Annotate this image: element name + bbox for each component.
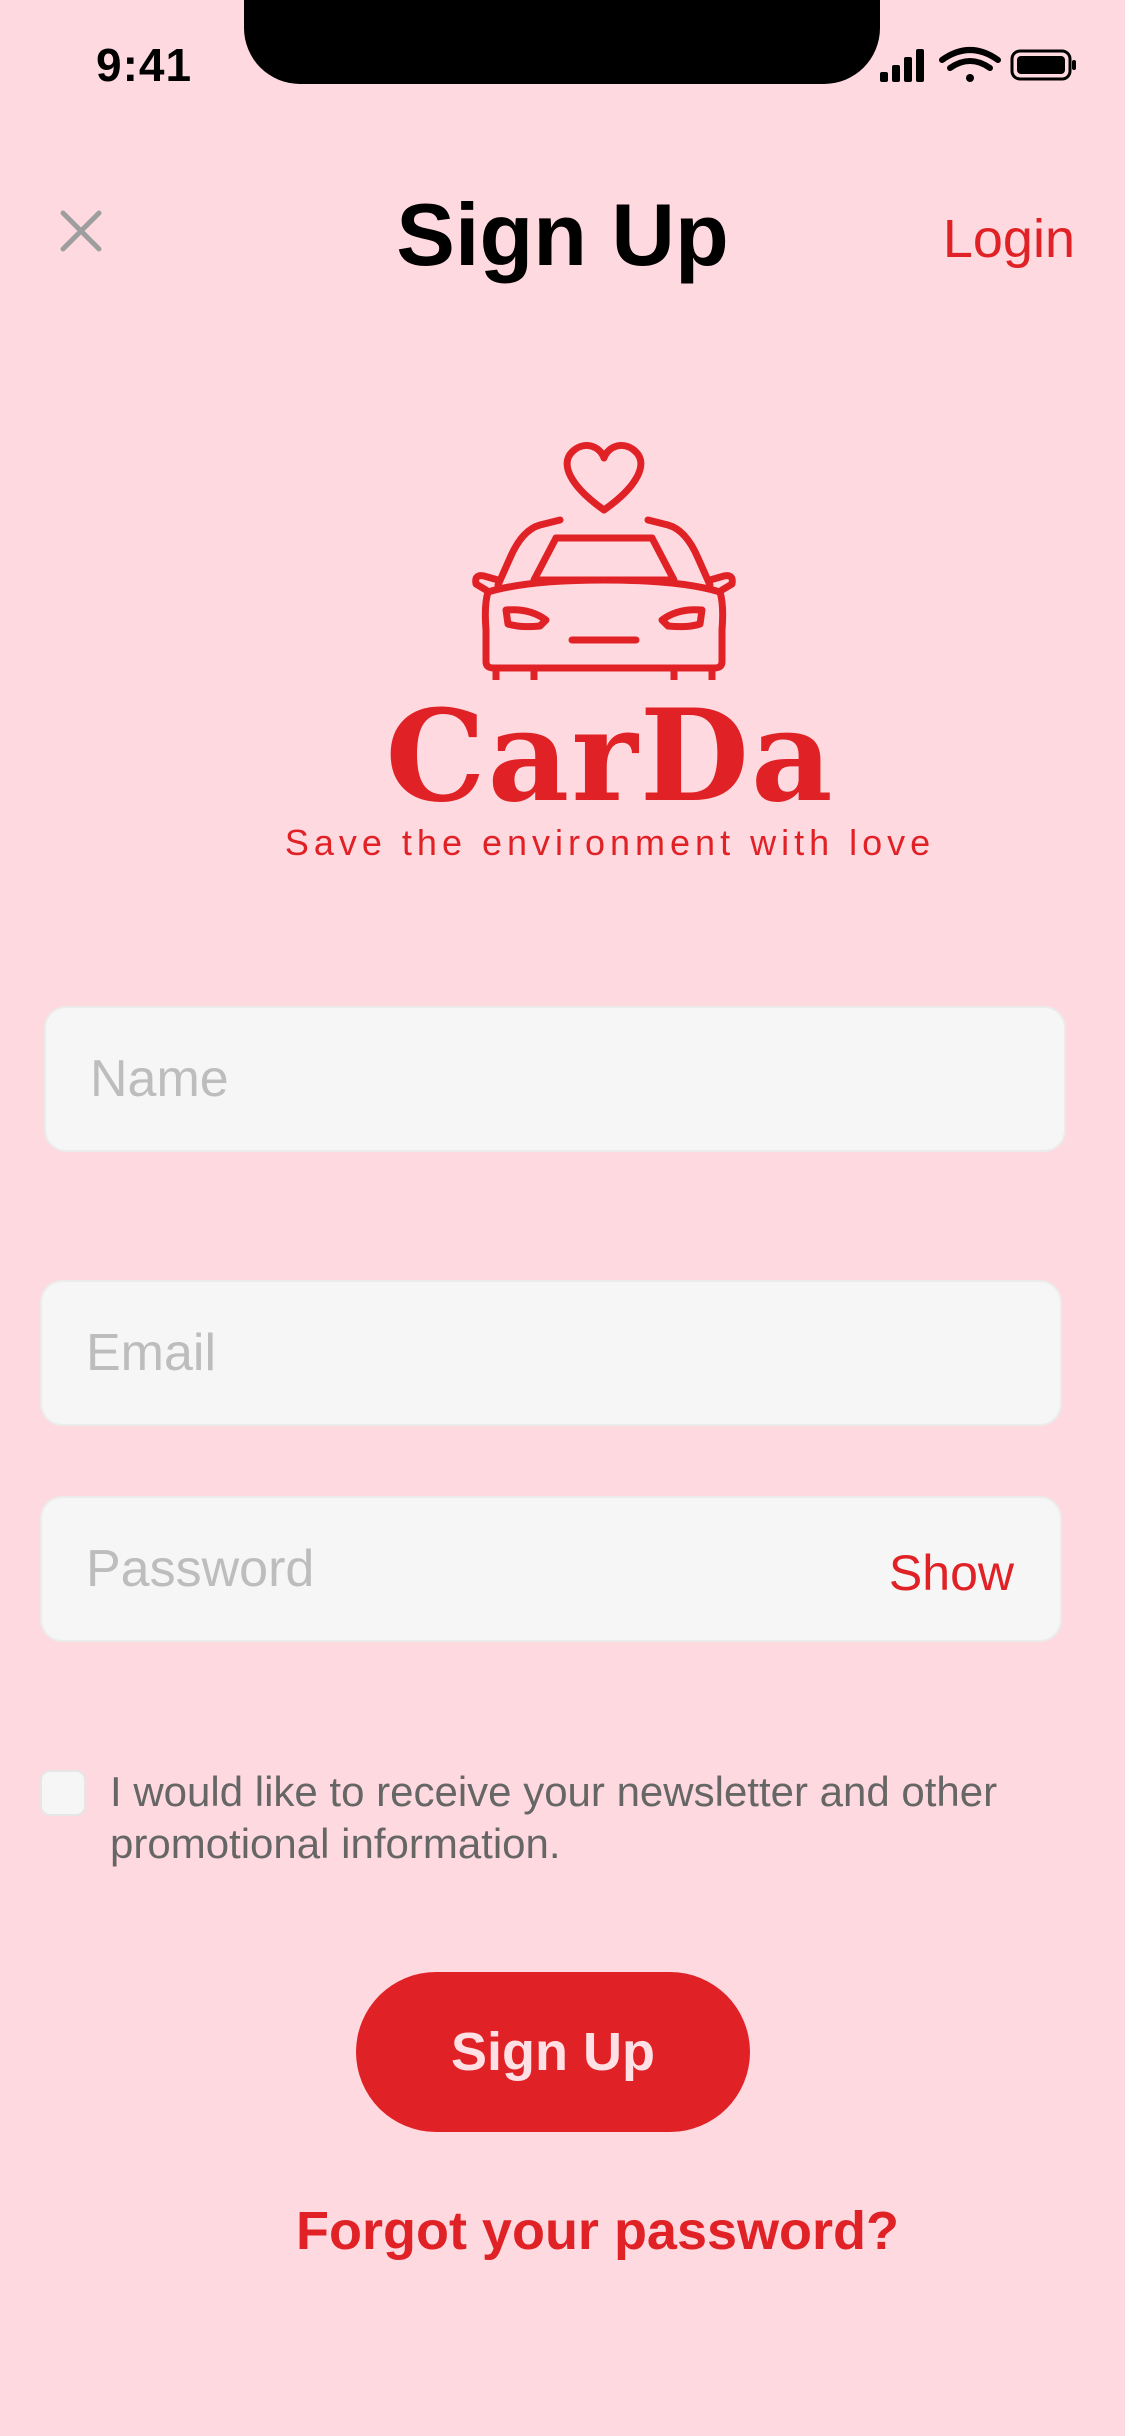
brand-name: CarDa: [385, 682, 835, 830]
name-input[interactable]: [46, 1008, 1064, 1150]
signup-screen: 9:41 Sign Up Login CarDa Save the enviro…: [0, 0, 1125, 2436]
device-notch: [244, 0, 880, 84]
password-field-container: Show: [40, 1496, 1062, 1642]
status-icons: [878, 46, 1078, 86]
status-bar: 9:41: [0, 0, 1125, 130]
battery-icon: [1010, 49, 1076, 81]
email-input[interactable]: [42, 1282, 1060, 1424]
status-time: 9:41: [96, 39, 193, 91]
newsletter-label: I would like to receive your newsletter …: [110, 1768, 998, 1867]
cellular-signal-icon: [880, 49, 924, 82]
forgot-password-link[interactable]: Forgot your password?: [0, 2200, 1125, 2262]
show-password-button[interactable]: Show: [889, 1544, 1014, 1602]
wifi-icon: [939, 47, 1001, 82]
email-field-container: [40, 1280, 1062, 1426]
newsletter-checkbox[interactable]: [40, 1770, 86, 1816]
sign-up-button[interactable]: Sign Up: [356, 1972, 750, 2132]
car-heart-icon: [472, 441, 736, 680]
login-link[interactable]: Login: [943, 208, 1075, 270]
brand-logo: CarDa Save the environment with love: [260, 430, 960, 870]
name-field-container: [44, 1006, 1066, 1152]
brand-tagline: Save the environment with love: [284, 822, 936, 863]
